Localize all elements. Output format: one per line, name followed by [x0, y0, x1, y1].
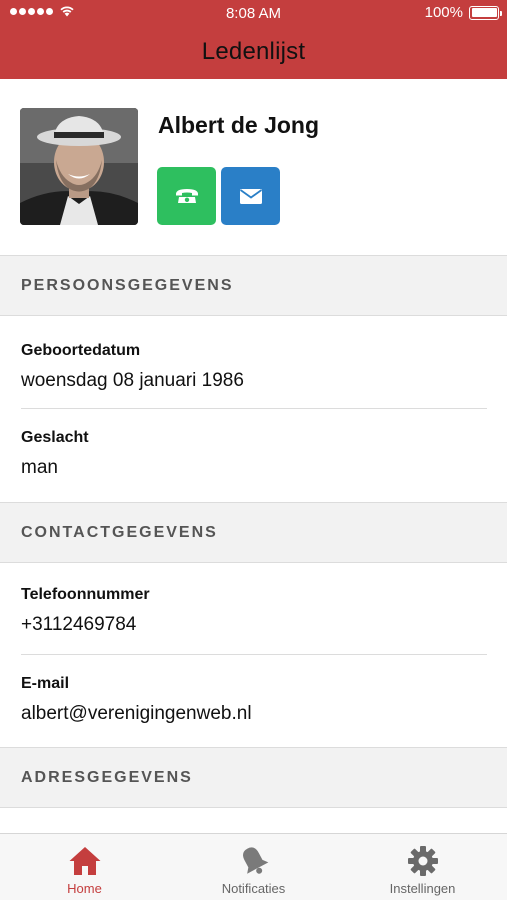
- field-phone[interactable]: Telefoonnummer +3112469784: [0, 563, 507, 653]
- battery-percentage: 100%: [424, 4, 463, 21]
- profile-card: Albert de Jong: [0, 79, 507, 255]
- tab-settings[interactable]: Instellingen: [338, 834, 507, 900]
- profile-photo: [20, 108, 138, 225]
- field-label: Geboortedatum: [21, 342, 141, 359]
- avatar: [20, 108, 138, 225]
- field-label: E-mail: [21, 675, 70, 692]
- tab-notifications[interactable]: Notificaties: [169, 834, 338, 900]
- phone-number-link[interactable]: +3112469784: [21, 614, 136, 636]
- gear-icon: [407, 846, 438, 876]
- field-label: Telefoonnummer: [21, 586, 150, 603]
- tab-home[interactable]: Home: [0, 834, 169, 900]
- envelope-icon: [239, 188, 262, 204]
- page-title: Ledenlijst: [201, 38, 306, 65]
- section-header-personal: PERSOONSGEGEVENS: [0, 255, 507, 316]
- field-value: woensdag 08 januari 1986: [21, 370, 244, 391]
- battery-icon: [469, 5, 502, 20]
- tab-label: Notificaties: [221, 881, 286, 896]
- field-label: Geslacht: [21, 429, 89, 446]
- tab-bar: Home Notificaties Instellingen: [0, 833, 507, 900]
- email-button[interactable]: [221, 167, 280, 225]
- call-button[interactable]: [157, 167, 216, 225]
- field-gender: Geslacht man: [0, 409, 507, 499]
- section-title: ADRESGEGEVENS: [21, 769, 193, 786]
- field-value: man: [21, 457, 58, 478]
- bell-icon: [242, 847, 268, 874]
- tab-label: Home: [67, 881, 102, 896]
- home-icon: [69, 847, 100, 875]
- section-title: PERSOONSGEGEVENS: [21, 277, 234, 294]
- email-link[interactable]: albert@verenigingenweb.nl: [21, 703, 252, 725]
- section-header-address: ADRESGEGEVENS: [0, 747, 507, 808]
- field-birthdate: Geboortedatum woensdag 08 januari 1986: [0, 316, 507, 406]
- phone-icon: [175, 189, 198, 203]
- tab-label: Instellingen: [389, 881, 456, 896]
- member-name: Albert de Jong: [158, 112, 320, 138]
- section-title: CONTACTGEGEVENS: [21, 524, 218, 541]
- field-email[interactable]: E-mail albert@verenigingenweb.nl: [0, 655, 507, 745]
- battery-level: [471, 8, 497, 17]
- app-header: 8:08 AM 100% Ledenlijst: [0, 0, 507, 79]
- battery-indicator: 100%: [424, 4, 502, 21]
- section-header-contact: CONTACTGEGEVENS: [0, 502, 507, 563]
- status-bar: 8:08 AM 100%: [0, 0, 507, 28]
